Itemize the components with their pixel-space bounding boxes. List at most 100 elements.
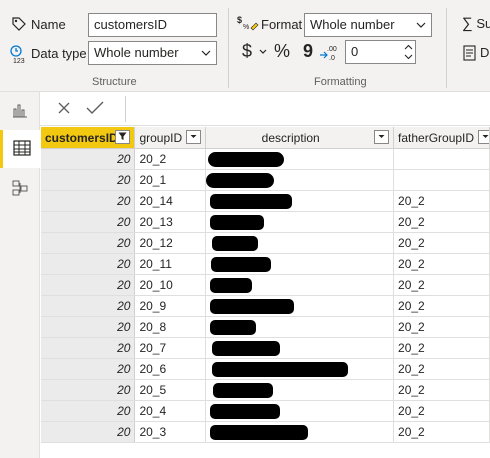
cell-customersID[interactable]: 20 — [41, 148, 136, 170]
filter-dropdown-button[interactable] — [478, 130, 489, 144]
cell-customersID[interactable]: 20 — [41, 337, 136, 359]
cell-groupID[interactable]: 20_9 — [134, 295, 207, 317]
summarize-label[interactable]: ∑ Su — [462, 15, 490, 32]
cell-groupID[interactable]: 20_12 — [134, 232, 207, 254]
cell-fatherGroupID[interactable]: 20_2 — [393, 295, 490, 317]
cell-customersID[interactable]: 20 — [41, 379, 136, 401]
cell-fatherGroupID[interactable]: 20_2 — [393, 400, 490, 422]
cancel-button[interactable] — [52, 98, 76, 120]
redaction-mark — [210, 214, 265, 230]
column-header-groupID[interactable]: groupID — [134, 127, 207, 149]
table-row[interactable]: 20 20_8 20_2 — [41, 316, 490, 338]
table-row[interactable]: 20 20_10 20_2 — [41, 274, 490, 296]
filter-button[interactable] — [115, 130, 131, 144]
table-row[interactable]: 20 20_7 20_2 — [41, 337, 490, 359]
column-header-description[interactable]: description — [205, 127, 395, 149]
cell-fatherGroupID[interactable]: 20_2 — [393, 379, 490, 401]
cell-description[interactable] — [205, 211, 395, 233]
table-row[interactable]: 20 20_1 — [41, 169, 490, 191]
cell-fatherGroupID[interactable]: 20_2 — [393, 190, 490, 212]
format-dropdown[interactable]: Whole number — [304, 13, 432, 37]
cell-customersID[interactable]: 20 — [41, 400, 136, 422]
data-category-label[interactable]: D — [480, 45, 489, 60]
table-row[interactable]: 20 20_14 20_2 — [41, 190, 490, 212]
datatype-dropdown[interactable]: Whole number — [88, 41, 217, 65]
cell-description[interactable] — [205, 274, 395, 296]
column-header-fatherGroupID[interactable]: fatherGroupID — [393, 127, 490, 149]
formula-input[interactable] — [130, 96, 485, 122]
cell-description[interactable] — [205, 253, 395, 275]
chevron-down-icon — [189, 130, 198, 144]
redaction-mark — [210, 424, 309, 440]
table-row[interactable]: 20 20_12 20_2 — [41, 232, 490, 254]
decimal-spinner[interactable] — [402, 41, 415, 63]
currency-button[interactable]: $ — [242, 41, 252, 62]
cell-description[interactable] — [205, 358, 395, 380]
cell-description[interactable] — [205, 421, 395, 443]
cell-description[interactable] — [205, 295, 395, 317]
commit-button[interactable] — [83, 98, 107, 120]
cell-customersID[interactable]: 20 — [41, 274, 136, 296]
cell-description[interactable] — [205, 379, 395, 401]
decimal-decrease-icon[interactable]: .00.0 — [318, 43, 340, 61]
cell-fatherGroupID[interactable]: 20_2 — [393, 253, 490, 275]
cell-fatherGroupID[interactable]: 20_2 — [393, 316, 490, 338]
filter-dropdown-button[interactable] — [374, 130, 390, 144]
redaction-mark — [212, 361, 349, 377]
cell-description[interactable] — [205, 232, 395, 254]
table-row[interactable]: 20 20_13 20_2 — [41, 211, 490, 233]
cell-fatherGroupID[interactable] — [393, 148, 490, 170]
cell-groupID[interactable]: 20_7 — [134, 337, 207, 359]
cell-customersID[interactable]: 20 — [41, 316, 136, 338]
percent-button[interactable]: % — [274, 41, 290, 62]
table-row[interactable]: 20 20_2 — [41, 148, 490, 170]
cell-customersID[interactable]: 20 — [41, 253, 136, 275]
cell-description[interactable] — [205, 316, 395, 338]
name-input[interactable]: customersID — [88, 13, 217, 37]
cell-fatherGroupID[interactable]: 20_2 — [393, 337, 490, 359]
cell-description[interactable] — [205, 400, 395, 422]
cell-groupID[interactable]: 20_6 — [134, 358, 207, 380]
table-row[interactable]: 20 20_11 20_2 — [41, 253, 490, 275]
cell-customersID[interactable]: 20 — [41, 211, 136, 233]
cell-groupID[interactable]: 20_2 — [134, 148, 207, 170]
cell-description[interactable] — [205, 148, 395, 170]
cell-customersID[interactable]: 20 — [41, 421, 136, 443]
report-view-button[interactable] — [0, 92, 40, 130]
table-row[interactable]: 20 20_6 20_2 — [41, 358, 490, 380]
table-row[interactable]: 20 20_9 20_2 — [41, 295, 490, 317]
redaction-mark — [212, 340, 281, 356]
cell-customersID[interactable]: 20 — [41, 169, 136, 191]
table-row[interactable]: 20 20_3 20_2 — [41, 421, 490, 443]
cell-customersID[interactable]: 20 — [41, 295, 136, 317]
cell-groupID[interactable]: 20_13 — [134, 211, 207, 233]
cell-fatherGroupID[interactable]: 20_2 — [393, 232, 490, 254]
cell-description[interactable] — [205, 169, 395, 191]
cell-groupID[interactable]: 20_11 — [134, 253, 207, 275]
cell-description[interactable] — [205, 337, 395, 359]
cell-groupID[interactable]: 20_14 — [134, 190, 207, 212]
model-view-button[interactable] — [0, 170, 40, 208]
cell-groupID[interactable]: 20_10 — [134, 274, 207, 296]
chevron-down-icon[interactable] — [258, 47, 268, 57]
table-row[interactable]: 20 20_4 20_2 — [41, 400, 490, 422]
cell-fatherGroupID[interactable]: 20_2 — [393, 421, 490, 443]
cell-fatherGroupID[interactable] — [393, 169, 490, 191]
cell-customersID[interactable]: 20 — [41, 190, 136, 212]
cell-customersID[interactable]: 20 — [41, 232, 136, 254]
cell-groupID[interactable]: 20_5 — [134, 379, 207, 401]
cell-fatherGroupID[interactable]: 20_2 — [393, 211, 490, 233]
column-header-customersID[interactable]: customersID — [41, 127, 136, 149]
cell-groupID[interactable]: 20_3 — [134, 421, 207, 443]
cell-groupID[interactable]: 20_4 — [134, 400, 207, 422]
filter-dropdown-button[interactable] — [186, 130, 202, 144]
cell-fatherGroupID[interactable]: 20_2 — [393, 358, 490, 380]
data-view-button[interactable] — [0, 130, 40, 168]
table-row[interactable]: 20 20_5 20_2 — [41, 379, 490, 401]
cell-fatherGroupID[interactable]: 20_2 — [393, 274, 490, 296]
cell-description[interactable] — [205, 190, 395, 212]
cell-groupID[interactable]: 20_8 — [134, 316, 207, 338]
comma-style-button[interactable]: 9 — [303, 41, 313, 62]
cell-groupID[interactable]: 20_1 — [134, 169, 207, 191]
cell-customersID[interactable]: 20 — [41, 358, 136, 380]
